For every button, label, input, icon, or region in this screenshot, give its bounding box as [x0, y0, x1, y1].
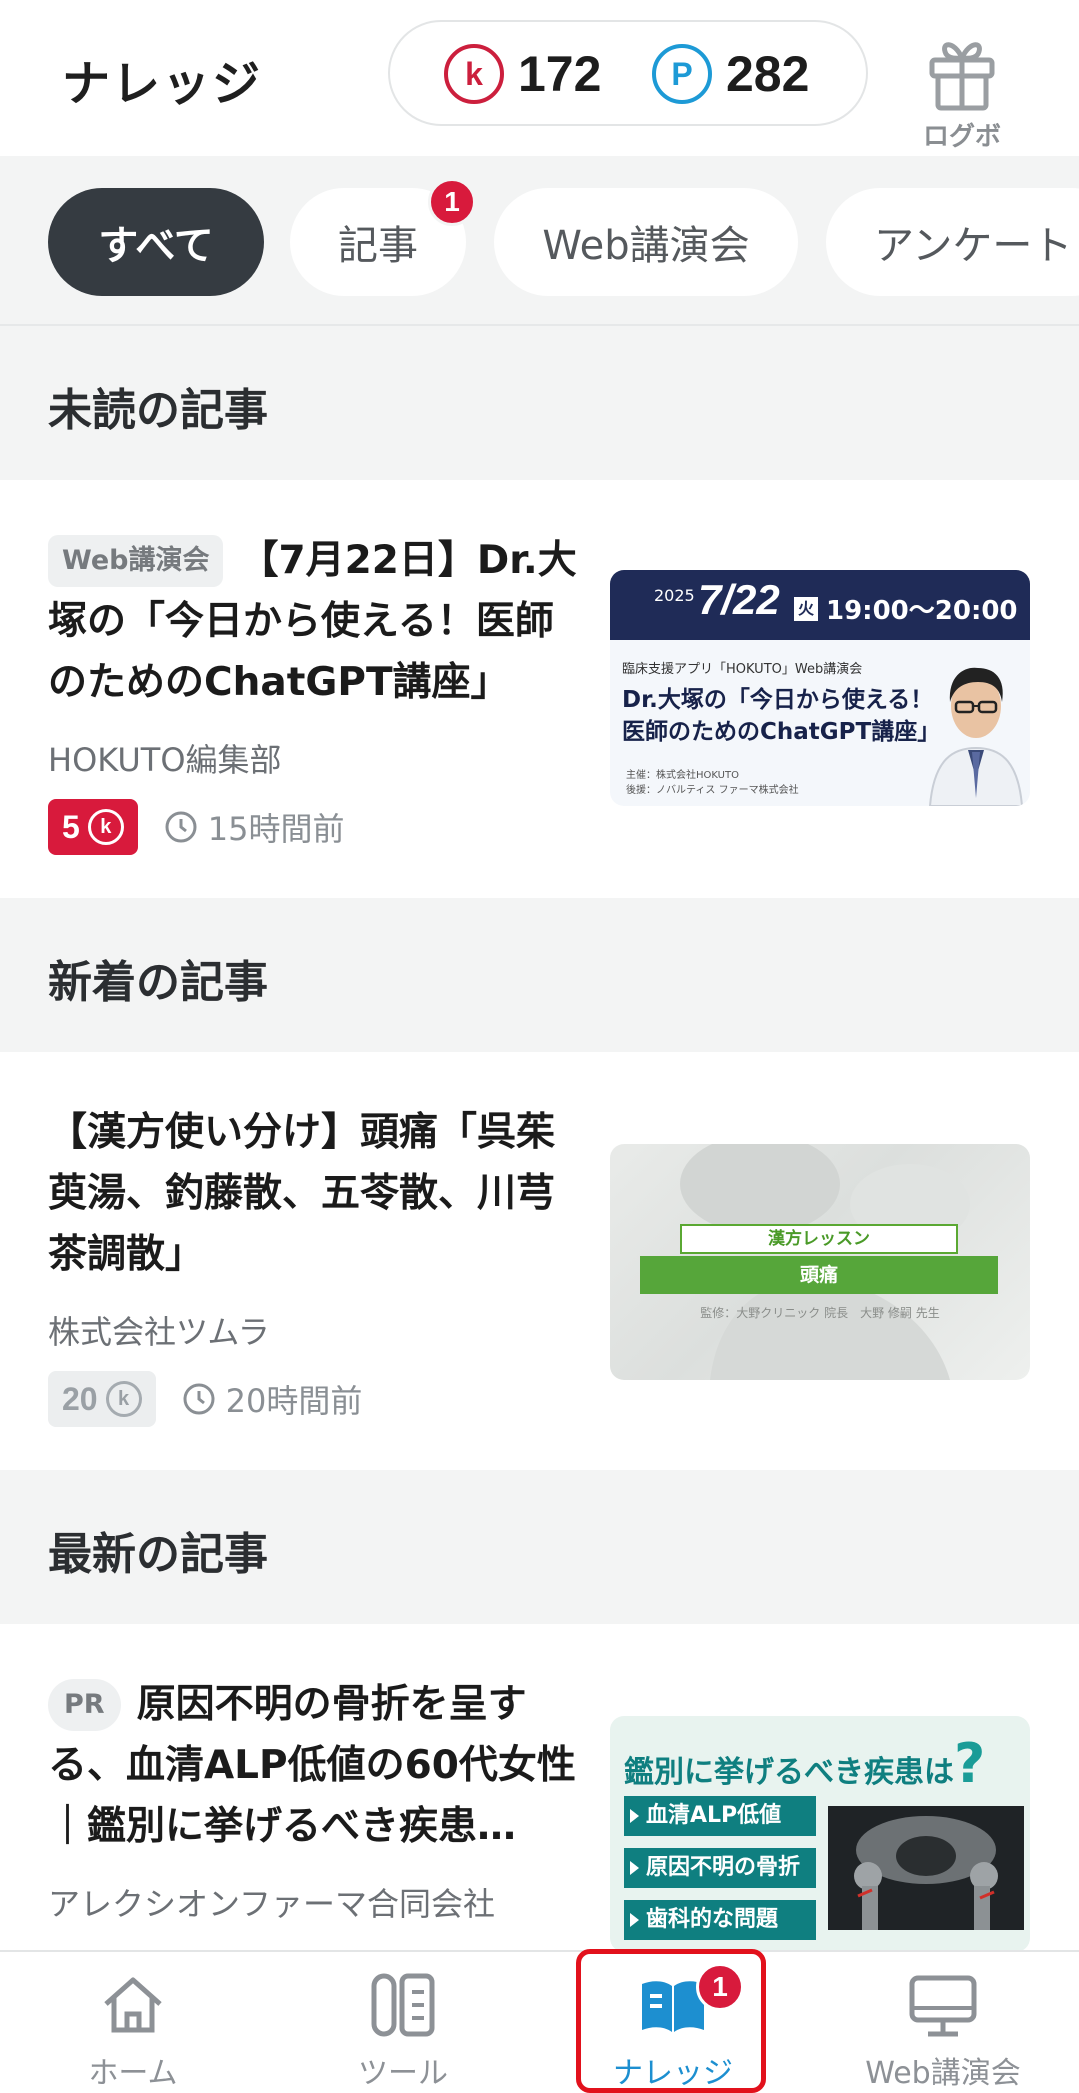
- thumb-foot1: 主催：株式会社HOKUTO: [626, 770, 739, 781]
- tab-all-label: すべて: [98, 223, 214, 269]
- xray-figure: [854, 1816, 998, 1930]
- section-new-header: 新着の記事: [0, 898, 1079, 1052]
- pr-tag: PR: [48, 1679, 121, 1731]
- xray-image: [828, 1806, 1024, 1930]
- tools-icon: [371, 1973, 435, 2037]
- nav-home[interactable]: ホーム: [18, 1952, 248, 2093]
- article-publisher: HOKUTO編集部: [48, 741, 282, 779]
- article-title: 原因不明の骨折を呈する、血清ALP低値の60代女性｜鑑別に挙げるべき疾患…: [48, 1682, 576, 1849]
- article-headline: PR 原因不明の骨折を呈する、血清ALP低値の60代女性｜鑑別に挙げるべき疾患…: [48, 1674, 588, 1857]
- article-meta: 20 k 20時間前: [48, 1371, 588, 1427]
- header: ナレッジ k 172 P 282 ログボ: [0, 0, 1079, 156]
- monitor-icon: [909, 1975, 977, 2037]
- section-unread-header: 未読の記事: [0, 326, 1079, 480]
- article-card[interactable]: 【漢方使い分け】頭痛「呉茱萸湯、釣藤散、五苓散、川芎茶調散」 株式会社ツムラ 2…: [0, 1052, 1079, 1470]
- thumb-title-line1: Dr.大塚の「今日から使える！: [622, 687, 934, 713]
- login-bonus-button[interactable]: ログボ: [912, 34, 1012, 152]
- thumb-item: 歯科的な問題: [624, 1900, 816, 1940]
- home-icon: [104, 1977, 162, 2033]
- section-title: 未読の記事: [48, 385, 268, 436]
- thumb-label1: 漢方レッスン: [680, 1224, 958, 1254]
- article-thumbnail: 漢方レッスン 頭痛 監修：大野クリニック 院長 大野 修嗣 先生: [610, 1144, 1030, 1380]
- article-time: 20時間前: [182, 1376, 363, 1422]
- nav-web-lectures-label: Web講演会: [865, 2056, 1021, 2091]
- tab-web-lectures-label: Web講演会: [542, 223, 750, 269]
- points-badge: 20 k: [48, 1371, 156, 1427]
- article-thumbnail: 2025 7/22 火 19:00〜20:00 臨床支援アプリ「HOKUTO」W…: [610, 570, 1030, 806]
- p-coin-icon: P: [652, 44, 712, 104]
- tab-web-lectures[interactable]: Web講演会: [494, 188, 798, 296]
- k-coin-icon: k: [87, 809, 124, 845]
- article-headline: 【漢方使い分け】頭痛「呉茱萸湯、釣藤散、五苓散、川芎茶調散」: [48, 1110, 556, 1277]
- nav-knowledge-badge: 1: [696, 1963, 744, 2011]
- article-time-text: 15時間前: [207, 810, 345, 848]
- article-text: Web講演会 【7月22日】Dr.大塚の「今日から使える！医師のためのChatGP…: [48, 530, 588, 855]
- gift-label: ログボ: [922, 122, 1001, 152]
- nav-web-lectures[interactable]: Web講演会: [828, 1952, 1058, 2093]
- points-badge: 5 k: [48, 799, 138, 855]
- thumb-title-line2: 医師のためのChatGPT講座」: [622, 719, 941, 745]
- thumb-foot2: 後援：ノバルティス ファーマ株式会社: [626, 785, 799, 796]
- tab-articles-badge: 1: [428, 178, 476, 226]
- article-publisher: 株式会社ツムラ: [48, 1313, 270, 1351]
- thumb-time: 19:00〜20:00: [826, 596, 1018, 626]
- tab-surveys-label: アンケート: [874, 223, 1073, 269]
- thumb-year: 2025: [654, 586, 695, 605]
- tab-surveys[interactable]: アンケート: [826, 188, 1079, 296]
- k-points-value: 172: [518, 46, 602, 102]
- article-headline: Web講演会 【7月22日】Dr.大塚の「今日から使える！医師のためのChatGP…: [48, 530, 588, 713]
- points-value: 5: [62, 808, 80, 845]
- thumb-item: 血清ALP低値: [624, 1796, 816, 1836]
- thumb-weekday: 火: [794, 597, 818, 621]
- gift-icon: [929, 42, 995, 111]
- nav-tools[interactable]: ツール: [288, 1952, 518, 2093]
- nav-tools-label: ツール: [358, 2056, 448, 2091]
- thumb-date-bar: 2025 7/22 火 19:00〜20:00: [610, 570, 1030, 640]
- tab-all[interactable]: すべて: [48, 188, 264, 296]
- article-time-text: 20時間前: [225, 1382, 363, 1420]
- speaker-photo: [928, 667, 1024, 806]
- k-points: k 172: [444, 42, 601, 106]
- thumb-date: 7/22: [698, 576, 780, 623]
- article-text: PR 原因不明の骨折を呈する、血清ALP低値の60代女性｜鑑別に挙げるべき疾患… …: [48, 1674, 588, 1925]
- thumb-item: 原因不明の骨折: [624, 1848, 816, 1888]
- article-card[interactable]: PR 原因不明の骨折を呈する、血清ALP低値の60代女性｜鑑別に挙げるべき疾患… …: [0, 1624, 1079, 1952]
- article-thumbnail: 鑑別に挙げるべき疾患は? 血清ALP低値 原因不明の骨折 歯科的な問題: [610, 1716, 1030, 1952]
- bottom-nav: ホーム ツール ナレッジ Web講演会: [0, 1950, 1079, 2093]
- article-publisher: アレクシオンファーマ合同会社: [48, 1885, 496, 1923]
- thumb-caption: 監修：大野クリニック 院長 大野 修嗣 先生: [700, 1306, 940, 1320]
- k-coin-icon: k: [444, 44, 504, 104]
- points-summary[interactable]: k 172 P 282: [388, 20, 868, 126]
- page-title: ナレッジ: [62, 56, 263, 112]
- tab-articles[interactable]: 記事 1: [290, 178, 476, 296]
- clock-icon: [165, 811, 197, 843]
- section-latest-header: 最新の記事: [0, 1470, 1079, 1624]
- article-time: 15時間前: [164, 804, 345, 850]
- p-points: P 282: [652, 42, 809, 106]
- thumb-question: 鑑別に挙げるべき疾患は?: [624, 1732, 985, 1795]
- clock-icon: [183, 1383, 215, 1415]
- thumb-footer: 主催：株式会社HOKUTO 後援：ノバルティス ファーマ株式会社: [626, 768, 799, 798]
- thumb-question-text: 鑑別に挙げるべき疾患は: [624, 1755, 954, 1790]
- k-coin-icon: k: [105, 1381, 142, 1417]
- nav-home-label: ホーム: [88, 2056, 178, 2091]
- points-value: 20: [62, 1380, 98, 1417]
- article-meta: 5 k 15時間前: [48, 799, 588, 855]
- article-tag: Web講演会: [48, 535, 224, 587]
- p-points-value: 282: [726, 46, 810, 102]
- thumb-title: Dr.大塚の「今日から使える！ 医師のためのChatGPT講座」: [622, 684, 952, 748]
- section-title: 新着の記事: [48, 957, 268, 1008]
- section-title: 最新の記事: [48, 1529, 268, 1580]
- app-root: ナレッジ k 172 P 282 ログボ すべて 記事 1 Web講演会 アンケ…: [0, 0, 1079, 2093]
- article-card[interactable]: Web講演会 【7月22日】Dr.大塚の「今日から使える！医師のためのChatGP…: [0, 480, 1079, 898]
- article-text: 【漢方使い分け】頭痛「呉茱萸湯、釣藤散、五苓散、川芎茶調散」 株式会社ツムラ 2…: [48, 1102, 588, 1427]
- thumb-label2: 頭痛: [640, 1256, 998, 1294]
- question-mark: ?: [954, 1732, 986, 1795]
- thumb-subtitle: 臨床支援アプリ「HOKUTO」Web講演会: [622, 662, 863, 677]
- category-tabs: すべて 記事 1 Web講演会 アンケート: [0, 156, 1079, 326]
- tab-articles-label: 記事: [338, 223, 418, 269]
